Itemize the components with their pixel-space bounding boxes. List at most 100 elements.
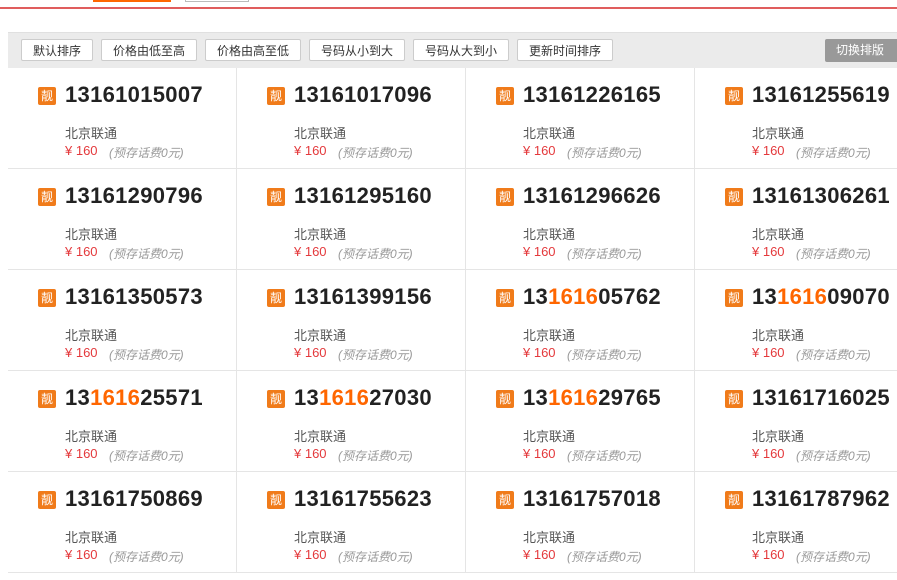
phone-number[interactable]: 13161757018 xyxy=(523,486,661,512)
price-label: ¥ 160 xyxy=(294,244,327,259)
premium-badge-icon: 靓 xyxy=(725,87,743,105)
phone-number[interactable]: 13161609070 xyxy=(752,284,890,310)
carrier-label: 北京联通 xyxy=(752,126,805,141)
number-card[interactable]: 靓 13161017096 北京联通 ¥ 160 (预存话费0元) xyxy=(237,68,466,169)
top-divider-line xyxy=(0,7,897,9)
carrier-label: 北京联通 xyxy=(65,429,118,444)
carrier-label: 北京联通 xyxy=(752,328,805,343)
number-highlight: 1616 xyxy=(319,385,370,410)
carrier-label: 北京联通 xyxy=(752,530,805,545)
sort-price-asc-button[interactable]: 价格由低至高 xyxy=(101,39,198,61)
carrier-label: 北京联通 xyxy=(752,227,805,242)
number-card[interactable]: 靓 13161015007 北京联通 ¥ 160 (预存话费0元) xyxy=(8,68,237,169)
number-card[interactable]: 靓 13161226165 北京联通 ¥ 160 (预存话费0元) xyxy=(466,68,695,169)
number-card[interactable]: 靓 13161750869 北京联通 ¥ 160 (预存话费0元) xyxy=(8,472,237,573)
number-card[interactable]: 靓 13161625571 北京联通 ¥ 160 (预存话费0元) xyxy=(8,371,237,472)
number-card[interactable]: 靓 13161399156 北京联通 ¥ 160 (预存话费0元) xyxy=(237,270,466,371)
carrier-label: 北京联通 xyxy=(65,530,118,545)
phone-number[interactable]: 13161625571 xyxy=(65,385,203,411)
number-card[interactable]: 靓 13161290796 北京联通 ¥ 160 (预存话费0元) xyxy=(8,169,237,270)
phone-number[interactable]: 13161295160 xyxy=(294,183,432,209)
premium-badge-icon: 靓 xyxy=(725,188,743,206)
top-tab-active-indicator[interactable] xyxy=(93,0,171,2)
price-label: ¥ 160 xyxy=(523,547,556,562)
price-label: ¥ 160 xyxy=(65,143,98,158)
price-label: ¥ 160 xyxy=(752,446,785,461)
carrier-label: 北京联通 xyxy=(65,126,118,141)
prepaid-note: (预存话费0元) xyxy=(338,146,413,160)
phone-number[interactable]: 13161399156 xyxy=(294,284,432,310)
number-card[interactable]: 靓 13161629765 北京联通 ¥ 160 (预存话费0元) xyxy=(466,371,695,472)
price-label: ¥ 160 xyxy=(752,244,785,259)
number-card[interactable]: 靓 13161296626 北京联通 ¥ 160 (预存话费0元) xyxy=(466,169,695,270)
phone-number[interactable]: 13161296626 xyxy=(523,183,661,209)
carrier-label: 北京联通 xyxy=(294,328,347,343)
sort-update-time-button[interactable]: 更新时间排序 xyxy=(517,39,614,61)
prepaid-note: (预存话费0元) xyxy=(109,449,184,463)
prepaid-note: (预存话费0元) xyxy=(567,247,642,261)
number-card[interactable]: 靓 13161295160 北京联通 ¥ 160 (预存话费0元) xyxy=(237,169,466,270)
number-card[interactable]: 靓 13161757018 北京联通 ¥ 160 (预存话费0元) xyxy=(466,472,695,573)
price-label: ¥ 160 xyxy=(294,345,327,360)
price-label: ¥ 160 xyxy=(523,345,556,360)
prepaid-note: (预存话费0元) xyxy=(567,146,642,160)
number-card[interactable]: 靓 13161609070 北京联通 ¥ 160 (预存话费0元) xyxy=(695,270,897,371)
phone-number[interactable]: 13161627030 xyxy=(294,385,432,411)
number-card[interactable]: 靓 13161716025 北京联通 ¥ 160 (预存话费0元) xyxy=(695,371,897,472)
prepaid-note: (预存话费0元) xyxy=(109,146,184,160)
prepaid-note: (预存话费0元) xyxy=(796,247,871,261)
premium-badge-icon: 靓 xyxy=(725,289,743,307)
price-label: ¥ 160 xyxy=(752,547,785,562)
sort-number-asc-button[interactable]: 号码从小到大 xyxy=(309,39,406,61)
phone-number[interactable]: 13161350573 xyxy=(65,284,203,310)
number-card[interactable]: 靓 13161787962 北京联通 ¥ 160 (预存话费0元) xyxy=(695,472,897,573)
prepaid-note: (预存话费0元) xyxy=(109,550,184,564)
premium-badge-icon: 靓 xyxy=(38,289,56,307)
phone-number[interactable]: 13161017096 xyxy=(294,82,432,108)
carrier-label: 北京联通 xyxy=(523,530,576,545)
sort-default-button[interactable]: 默认排序 xyxy=(21,39,94,61)
phone-number[interactable]: 13161290796 xyxy=(65,183,203,209)
phone-number[interactable]: 13161605762 xyxy=(523,284,661,310)
number-grid: 靓 13161015007 北京联通 ¥ 160 (预存话费0元) 靓 1316101709… xyxy=(8,68,897,580)
premium-badge-icon: 靓 xyxy=(38,188,56,206)
prepaid-note: (预存话费0元) xyxy=(109,247,184,261)
number-card[interactable]: 靓 13161255619 北京联通 ¥ 160 (预存话费0元) xyxy=(695,68,897,169)
phone-number[interactable]: 13161787962 xyxy=(752,486,890,512)
number-card[interactable]: 靓 13161605762 北京联通 ¥ 160 (预存话费0元) xyxy=(466,270,695,371)
phone-number[interactable]: 13161750869 xyxy=(65,486,203,512)
phone-number[interactable]: 13161755623 xyxy=(294,486,432,512)
number-card[interactable]: 靓 13161627030 北京联通 ¥ 160 (预存话费0元) xyxy=(237,371,466,472)
phone-number[interactable]: 13161015007 xyxy=(65,82,203,108)
sort-number-desc-button[interactable]: 号码从大到小 xyxy=(413,39,510,61)
top-tabs-strip xyxy=(0,0,897,9)
phone-number[interactable]: 13161306261 xyxy=(752,183,890,209)
premium-badge-icon: 靓 xyxy=(38,390,56,408)
prepaid-note: (预存话费0元) xyxy=(567,348,642,362)
number-card[interactable]: 靓 13161755623 北京联通 ¥ 160 (预存话费0元) xyxy=(237,472,466,573)
phone-number[interactable]: 13161255619 xyxy=(752,82,890,108)
price-label: ¥ 160 xyxy=(294,547,327,562)
prepaid-note: (预存话费0元) xyxy=(796,348,871,362)
number-card[interactable]: 靓 13161350573 北京联通 ¥ 160 (预存话费0元) xyxy=(8,270,237,371)
carrier-label: 北京联通 xyxy=(523,328,576,343)
phone-number[interactable]: 13161226165 xyxy=(523,82,661,108)
number-highlight: 1616 xyxy=(777,284,828,309)
sort-price-desc-button[interactable]: 价格由高至低 xyxy=(205,39,302,61)
price-label: ¥ 160 xyxy=(65,547,98,562)
prepaid-note: (预存话费0元) xyxy=(796,146,871,160)
carrier-label: 北京联通 xyxy=(752,429,805,444)
prepaid-note: (预存话费0元) xyxy=(796,550,871,564)
switch-layout-button[interactable]: 切换排版 xyxy=(825,39,897,62)
number-card[interactable]: 靓 13161306261 北京联通 ¥ 160 (预存话费0元) xyxy=(695,169,897,270)
price-label: ¥ 160 xyxy=(65,244,98,259)
premium-badge-icon: 靓 xyxy=(725,491,743,509)
phone-number[interactable]: 13161716025 xyxy=(752,385,890,411)
number-highlight: 1616 xyxy=(548,284,599,309)
price-label: ¥ 160 xyxy=(752,143,785,158)
prepaid-note: (预存话费0元) xyxy=(109,348,184,362)
top-tab-inactive-indicator[interactable] xyxy=(185,0,249,2)
premium-badge-icon: 靓 xyxy=(496,491,514,509)
phone-number[interactable]: 13161629765 xyxy=(523,385,661,411)
prepaid-note: (预存话费0元) xyxy=(338,247,413,261)
